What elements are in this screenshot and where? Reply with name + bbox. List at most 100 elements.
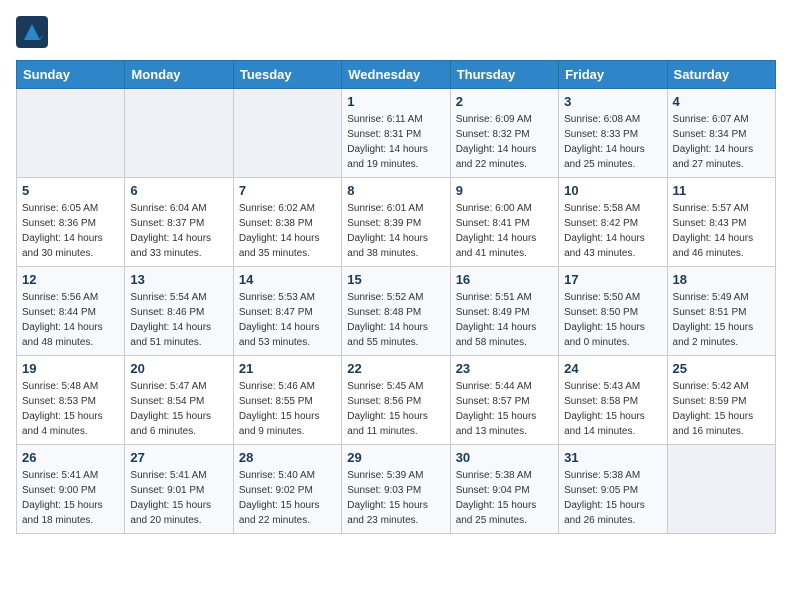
day-info: Sunrise: 5:44 AM Sunset: 8:57 PM Dayligh… <box>456 379 553 439</box>
day-info: Sunrise: 6:01 AM Sunset: 8:39 PM Dayligh… <box>347 201 444 261</box>
day-number: 31 <box>564 450 661 465</box>
day-info: Sunrise: 5:53 AM Sunset: 8:47 PM Dayligh… <box>239 290 336 350</box>
calendar-header-row: SundayMondayTuesdayWednesdayThursdayFrid… <box>17 61 776 89</box>
day-info: Sunrise: 5:41 AM Sunset: 9:01 PM Dayligh… <box>130 468 227 528</box>
calendar-cell: 5Sunrise: 6:05 AM Sunset: 8:36 PM Daylig… <box>17 178 125 267</box>
calendar-week-2: 5Sunrise: 6:05 AM Sunset: 8:36 PM Daylig… <box>17 178 776 267</box>
day-number: 22 <box>347 361 444 376</box>
day-info: Sunrise: 5:47 AM Sunset: 8:54 PM Dayligh… <box>130 379 227 439</box>
calendar-cell: 16 Sunrise: 5:51 AM Sunset: 8:49 PM Dayli… <box>450 267 558 356</box>
day-number: 19 <box>22 361 119 376</box>
day-info: Sunrise: 5:43 AM Sunset: 8:58 PM Dayligh… <box>564 379 661 439</box>
day-info: Sunrise: 6:05 AM Sunset: 8:36 PM Dayligh… <box>22 201 119 261</box>
day-info: Sunrise: 6:09 AM Sunset: 8:32 PM Dayligh… <box>456 112 553 172</box>
day-info: Sunrise: 5:40 AM Sunset: 9:02 PM Dayligh… <box>239 468 336 528</box>
logo <box>16 16 52 48</box>
day-number: 17 <box>564 272 661 287</box>
calendar-cell: 6 Sunrise: 6:04 AM Sunset: 8:37 PM Daylig… <box>125 178 233 267</box>
day-info: Sunrise: 5:56 AM Sunset: 8:44 PM Dayligh… <box>22 290 119 350</box>
calendar-cell: 13 Sunrise: 5:54 AM Sunset: 8:46 PM Dayli… <box>125 267 233 356</box>
calendar-header-thursday: Thursday <box>450 61 558 89</box>
calendar-cell: 7 Sunrise: 6:02 AM Sunset: 8:38 PM Daylig… <box>233 178 341 267</box>
calendar-cell: 25 Sunrise: 5:42 AM Sunset: 8:59 PM Dayli… <box>667 356 775 445</box>
calendar-cell: 21 Sunrise: 5:46 AM Sunset: 8:55 PM Dayli… <box>233 356 341 445</box>
calendar-cell: 10Sunrise: 5:58 AM Sunset: 8:42 PM Dayli… <box>559 178 667 267</box>
day-number: 15 <box>347 272 444 287</box>
day-info: Sunrise: 5:49 AM Sunset: 8:51 PM Dayligh… <box>673 290 770 350</box>
calendar-table: SundayMondayTuesdayWednesdayThursdayFrid… <box>16 60 776 534</box>
day-info: Sunrise: 5:38 AM Sunset: 9:05 PM Dayligh… <box>564 468 661 528</box>
calendar-header-tuesday: Tuesday <box>233 61 341 89</box>
calendar-week-4: 19 Sunrise: 5:48 AM Sunset: 8:53 PM Dayli… <box>17 356 776 445</box>
day-number: 3 <box>564 94 661 109</box>
day-number: 28 <box>239 450 336 465</box>
calendar-week-5: 26Sunrise: 5:41 AM Sunset: 9:00 PM Dayli… <box>17 445 776 534</box>
day-info: Sunrise: 6:00 AM Sunset: 8:41 PM Dayligh… <box>456 201 553 261</box>
day-number: 10 <box>564 183 661 198</box>
calendar-cell <box>125 89 233 178</box>
day-info: Sunrise: 5:50 AM Sunset: 8:50 PM Dayligh… <box>564 290 661 350</box>
calendar-week-3: 12 Sunrise: 5:56 AM Sunset: 8:44 PM Dayli… <box>17 267 776 356</box>
day-number: 30 <box>456 450 553 465</box>
day-number: 16 <box>456 272 553 287</box>
day-info: Sunrise: 6:04 AM Sunset: 8:37 PM Dayligh… <box>130 201 227 261</box>
calendar-header-wednesday: Wednesday <box>342 61 450 89</box>
day-info: Sunrise: 5:42 AM Sunset: 8:59 PM Dayligh… <box>673 379 770 439</box>
day-number: 27 <box>130 450 227 465</box>
page-header <box>16 16 776 48</box>
calendar-cell: 27 Sunrise: 5:41 AM Sunset: 9:01 PM Dayli… <box>125 445 233 534</box>
calendar-cell: 14Sunrise: 5:53 AM Sunset: 8:47 PM Dayli… <box>233 267 341 356</box>
day-number: 23 <box>456 361 553 376</box>
day-number: 4 <box>673 94 770 109</box>
calendar-cell: 4Sunrise: 6:07 AM Sunset: 8:34 PM Daylig… <box>667 89 775 178</box>
calendar-cell: 20Sunrise: 5:47 AM Sunset: 8:54 PM Dayli… <box>125 356 233 445</box>
logo-icon <box>16 16 48 48</box>
day-number: 13 <box>130 272 227 287</box>
calendar-cell <box>233 89 341 178</box>
day-number: 1 <box>347 94 444 109</box>
calendar-cell: 15Sunrise: 5:52 AM Sunset: 8:48 PM Dayli… <box>342 267 450 356</box>
calendar-cell: 8 Sunrise: 6:01 AM Sunset: 8:39 PM Daylig… <box>342 178 450 267</box>
day-number: 2 <box>456 94 553 109</box>
day-number: 29 <box>347 450 444 465</box>
day-info: Sunrise: 5:57 AM Sunset: 8:43 PM Dayligh… <box>673 201 770 261</box>
day-number: 21 <box>239 361 336 376</box>
day-number: 25 <box>673 361 770 376</box>
day-info: Sunrise: 5:46 AM Sunset: 8:55 PM Dayligh… <box>239 379 336 439</box>
calendar-cell: 23 Sunrise: 5:44 AM Sunset: 8:57 PM Dayli… <box>450 356 558 445</box>
calendar-cell: 18 Sunrise: 5:49 AM Sunset: 8:51 PM Dayli… <box>667 267 775 356</box>
day-info: Sunrise: 6:02 AM Sunset: 8:38 PM Dayligh… <box>239 201 336 261</box>
day-info: Sunrise: 5:54 AM Sunset: 8:46 PM Dayligh… <box>130 290 227 350</box>
calendar-week-1: 1 Sunrise: 6:11 AM Sunset: 8:31 PM Daylig… <box>17 89 776 178</box>
calendar-cell: 12 Sunrise: 5:56 AM Sunset: 8:44 PM Dayli… <box>17 267 125 356</box>
day-number: 12 <box>22 272 119 287</box>
day-number: 26 <box>22 450 119 465</box>
calendar-header-sunday: Sunday <box>17 61 125 89</box>
calendar-cell: 29 Sunrise: 5:39 AM Sunset: 9:03 PM Dayli… <box>342 445 450 534</box>
day-info: Sunrise: 5:51 AM Sunset: 8:49 PM Dayligh… <box>456 290 553 350</box>
calendar-cell: 22 Sunrise: 5:45 AM Sunset: 8:56 PM Dayli… <box>342 356 450 445</box>
calendar-cell: 11 Sunrise: 5:57 AM Sunset: 8:43 PM Dayli… <box>667 178 775 267</box>
calendar-cell: 26Sunrise: 5:41 AM Sunset: 9:00 PM Dayli… <box>17 445 125 534</box>
day-number: 7 <box>239 183 336 198</box>
calendar-cell: 24 Sunrise: 5:43 AM Sunset: 8:58 PM Dayli… <box>559 356 667 445</box>
calendar-header-monday: Monday <box>125 61 233 89</box>
calendar-cell <box>17 89 125 178</box>
calendar-header-saturday: Saturday <box>667 61 775 89</box>
day-number: 24 <box>564 361 661 376</box>
calendar-cell: 9Sunrise: 6:00 AM Sunset: 8:41 PM Daylig… <box>450 178 558 267</box>
day-info: Sunrise: 5:39 AM Sunset: 9:03 PM Dayligh… <box>347 468 444 528</box>
day-number: 8 <box>347 183 444 198</box>
day-number: 18 <box>673 272 770 287</box>
day-number: 11 <box>673 183 770 198</box>
day-info: Sunrise: 5:48 AM Sunset: 8:53 PM Dayligh… <box>22 379 119 439</box>
calendar-cell: 28 Sunrise: 5:40 AM Sunset: 9:02 PM Dayli… <box>233 445 341 534</box>
calendar-cell: 31 Sunrise: 5:38 AM Sunset: 9:05 PM Dayli… <box>559 445 667 534</box>
calendar-cell: 17 Sunrise: 5:50 AM Sunset: 8:50 PM Dayli… <box>559 267 667 356</box>
day-number: 6 <box>130 183 227 198</box>
day-info: Sunrise: 5:45 AM Sunset: 8:56 PM Dayligh… <box>347 379 444 439</box>
calendar-cell: 1 Sunrise: 6:11 AM Sunset: 8:31 PM Daylig… <box>342 89 450 178</box>
calendar-cell: 2 Sunrise: 6:09 AM Sunset: 8:32 PM Daylig… <box>450 89 558 178</box>
calendar-cell: 3Sunrise: 6:08 AM Sunset: 8:33 PM Daylig… <box>559 89 667 178</box>
day-info: Sunrise: 6:11 AM Sunset: 8:31 PM Dayligh… <box>347 112 444 172</box>
